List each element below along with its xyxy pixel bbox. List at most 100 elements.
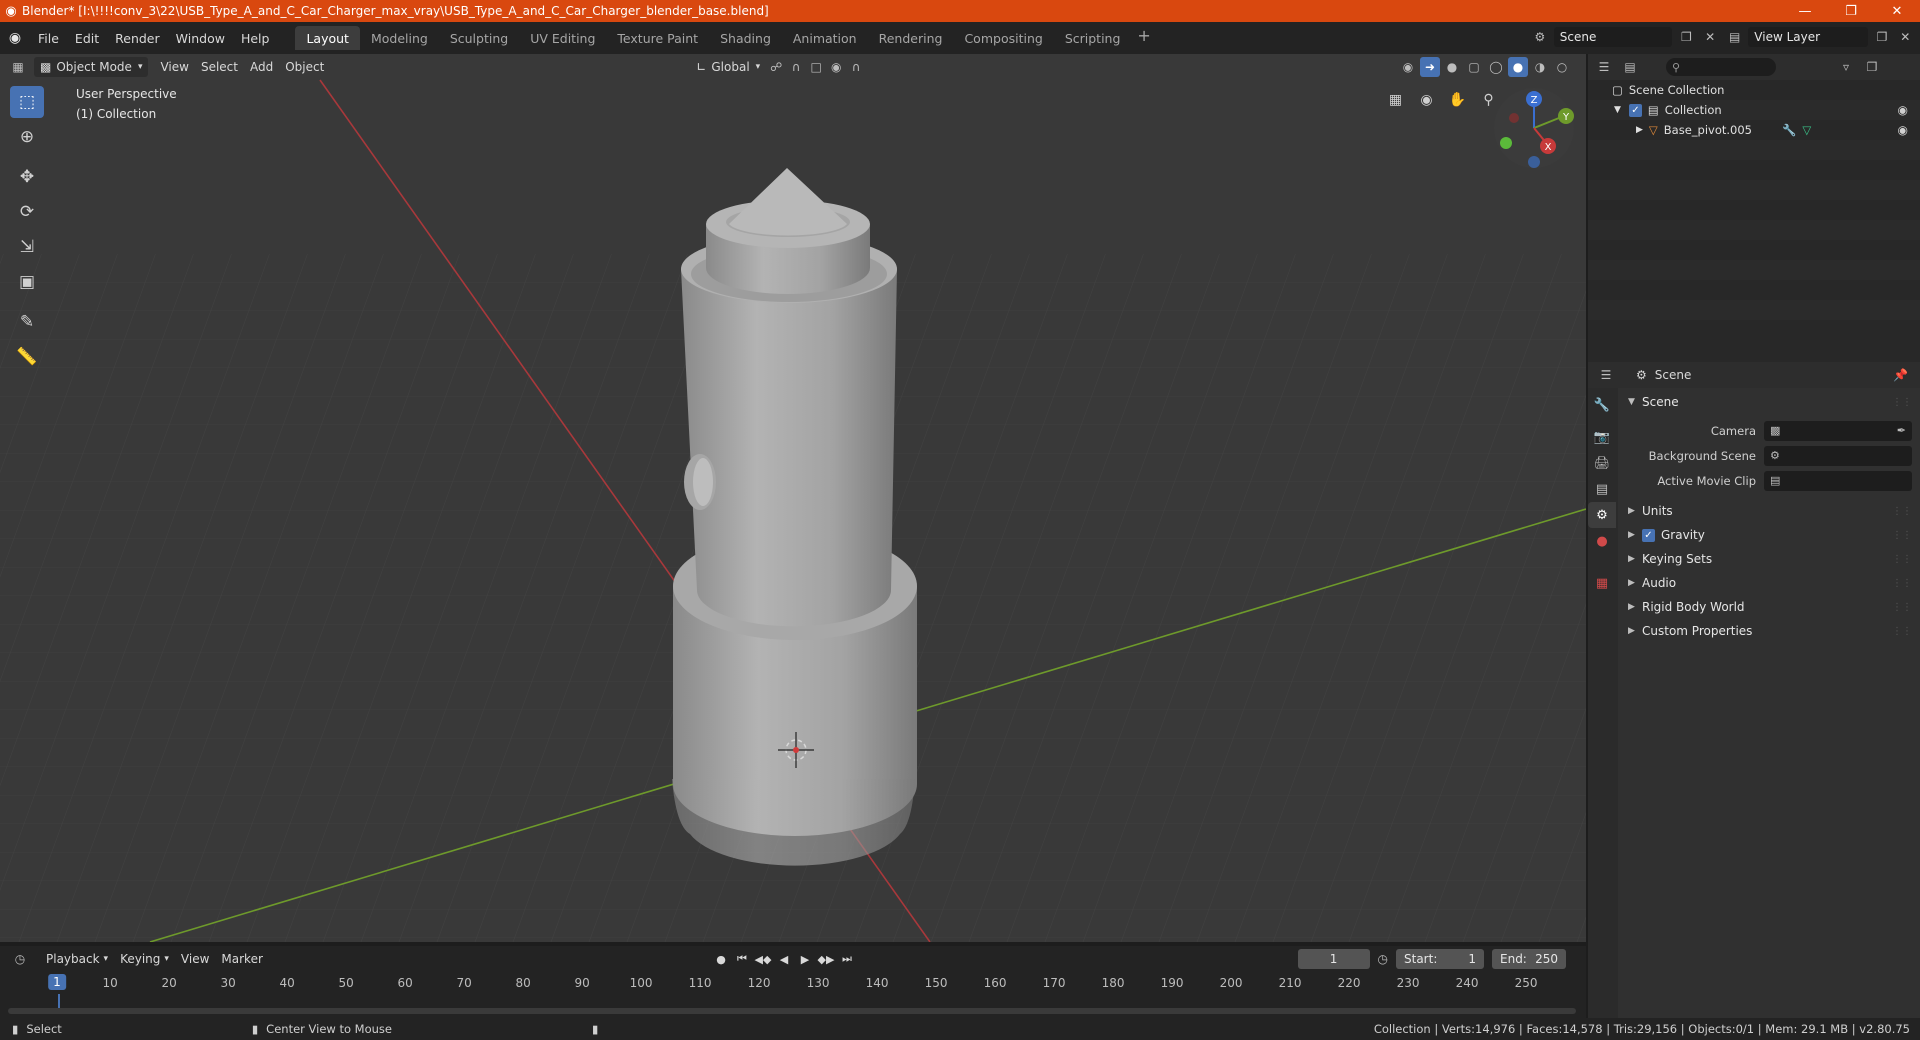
timeline-scrollbar[interactable] [8, 1008, 1576, 1014]
tab-compositing[interactable]: Compositing [953, 26, 1053, 50]
add-workspace-button[interactable]: + [1131, 26, 1156, 50]
keying-sets-panel-header[interactable]: ▶ Keying Sets ⋮⋮ [1618, 547, 1920, 571]
filter-icon[interactable]: ▿ [1836, 57, 1856, 77]
tab-texture-paint[interactable]: Texture Paint [606, 26, 709, 50]
xray-icon[interactable]: ▢ [1464, 57, 1484, 77]
gravity-panel-header[interactable]: ▶ ✓ Gravity ⋮⋮ [1618, 523, 1920, 547]
menu-view[interactable]: View [154, 57, 194, 77]
view-layer-icon[interactable]: ▤ [1725, 27, 1744, 47]
view-layer-tab-icon[interactable]: ▤ [1588, 476, 1616, 502]
display-mode-icon[interactable]: ▤ [1620, 57, 1640, 77]
editor-type-icon[interactable]: ▦ [8, 57, 28, 77]
charger-model[interactable] [672, 168, 917, 866]
timeline-editor-type-icon[interactable]: ◷ [10, 949, 30, 969]
minimize-button[interactable]: — [1782, 0, 1828, 22]
proportional-edit-icon[interactable]: ◉ [826, 57, 846, 77]
view-layer-field[interactable]: View Layer [1748, 27, 1869, 47]
custom-properties-panel-header[interactable]: ▶ Custom Properties ⋮⋮ [1618, 619, 1920, 643]
transform-orientation-dropdown[interactable]: ∟ Global ▾ [690, 57, 766, 77]
scene-icon[interactable]: ⚙ [1530, 27, 1550, 47]
tab-modeling[interactable]: Modeling [360, 26, 439, 50]
eyedropper-icon[interactable]: ✒ [1897, 424, 1906, 437]
outliner-editor-type-icon[interactable]: ☰ [1594, 57, 1614, 77]
record-icon[interactable]: ● [712, 949, 730, 969]
tab-shading[interactable]: Shading [709, 26, 782, 50]
rotate-tool-icon[interactable]: ⟳ [10, 196, 44, 228]
eye-icon[interactable]: ◉ [1898, 123, 1908, 137]
gizmo-toggle-icon[interactable]: ➜ [1420, 57, 1440, 77]
menu-select[interactable]: Select [195, 57, 244, 77]
drag-grip-icon[interactable]: ⋮⋮ [1892, 602, 1912, 613]
rigid-body-world-panel-header[interactable]: ▶ Rigid Body World ⋮⋮ [1618, 595, 1920, 619]
drag-grip-icon[interactable]: ⋮⋮ [1892, 554, 1912, 565]
new-view-layer-icon[interactable]: ❐ [1872, 27, 1891, 47]
close-button[interactable]: ✕ [1874, 0, 1920, 22]
pin-icon[interactable]: 📌 [1893, 368, 1908, 382]
play-reverse-icon[interactable]: ◀ [775, 949, 793, 969]
end-frame-field[interactable]: End: 250 [1492, 949, 1566, 969]
transform-tool-icon[interactable]: ▣ [10, 266, 44, 298]
mesh-data-icon[interactable]: ▽ [1802, 123, 1811, 137]
clock-icon[interactable]: ◷ [1378, 952, 1388, 966]
world-tab-icon[interactable]: ● [1588, 528, 1616, 554]
scene-panel-header[interactable]: ▼ Scene ⋮⋮ [1618, 390, 1920, 414]
outliner-row-object[interactable]: ▶ ▽ Base_pivot.005 🔧 ▽ ◉ [1588, 120, 1920, 140]
overlay-toggle-icon[interactable]: ● [1442, 57, 1462, 77]
tab-uv-editing[interactable]: UV Editing [519, 26, 606, 50]
pivot-icon[interactable]: ☍ [766, 57, 786, 77]
delete-scene-icon[interactable]: ✕ [1700, 27, 1720, 47]
measure-tool-icon[interactable]: 📏 [10, 341, 44, 373]
3d-viewport[interactable]: Z Y X ▦ ▩ Object Mode ▾ View Select Add Ob… [0, 54, 1586, 942]
scale-tool-icon[interactable]: ⇲ [10, 231, 44, 263]
grid-view-icon[interactable]: ▦ [1383, 87, 1408, 112]
render-tab-icon[interactable]: 📷 [1588, 424, 1616, 450]
timeline-ruler[interactable]: 1 10 20 30 40 50 60 70 80 90 100 110 120 130 140 150 16… [0, 972, 1586, 994]
properties-editor-type-icon[interactable]: ☰ [1596, 365, 1616, 385]
outliner-row-collection[interactable]: ▼ ✓ ▤ Collection ◉ [1588, 100, 1920, 120]
blender-menu-icon[interactable]: ◉ [0, 30, 30, 46]
drag-grip-icon[interactable]: ⋮⋮ [1892, 626, 1912, 637]
jump-end-icon[interactable]: ⏭ [838, 949, 856, 969]
rendered-shading-icon[interactable]: ○ [1552, 57, 1572, 77]
current-frame-marker[interactable]: 1 [48, 974, 66, 990]
tab-animation[interactable]: Animation [782, 26, 868, 50]
drag-grip-icon[interactable]: ⋮⋮ [1892, 397, 1912, 408]
viewport-scene[interactable]: Z Y X [0, 54, 1586, 942]
texture-tab-icon[interactable]: ▦ [1588, 570, 1616, 596]
outliner-row-scene-collection[interactable]: ▢ Scene Collection [1588, 80, 1920, 100]
menu-help[interactable]: Help [233, 31, 278, 46]
scene-field[interactable]: Scene [1553, 27, 1673, 47]
tab-rendering[interactable]: Rendering [868, 26, 954, 50]
menu-view-timeline[interactable]: View [175, 949, 215, 969]
menu-render[interactable]: Render [107, 31, 168, 46]
audio-panel-header[interactable]: ▶ Audio ⋮⋮ [1618, 571, 1920, 595]
select-box-tool-icon[interactable]: ⬚ [10, 86, 44, 118]
delete-view-layer-icon[interactable]: ✕ [1896, 27, 1915, 47]
move-tool-icon[interactable]: ✥ [10, 161, 44, 193]
expand-arrow-icon[interactable]: ▶ [1636, 125, 1643, 135]
drag-grip-icon[interactable]: ⋮⋮ [1892, 578, 1912, 589]
zoom-icon[interactable]: ⚲ [1476, 87, 1501, 112]
tab-scripting[interactable]: Scripting [1054, 26, 1132, 50]
jump-start-icon[interactable]: ⏮ [733, 949, 751, 969]
current-frame-field[interactable]: 1 [1297, 949, 1370, 969]
falloff-icon[interactable]: ∩ [846, 57, 866, 77]
menu-window[interactable]: Window [168, 31, 233, 46]
new-scene-icon[interactable]: ❐ [1676, 27, 1696, 47]
new-collection-icon[interactable]: ❐ [1862, 57, 1882, 77]
prev-keyframe-icon[interactable]: ◀◆ [754, 949, 772, 969]
play-icon[interactable]: ▶ [796, 949, 814, 969]
scene-tab-icon[interactable]: ⚙ [1588, 502, 1616, 528]
restore-button[interactable]: ❐ [1828, 0, 1874, 22]
active-movie-clip-field[interactable]: ▤ [1764, 470, 1912, 491]
snap-target-icon[interactable]: □ [806, 57, 826, 77]
annotate-tool-icon[interactable]: ✎ [10, 306, 44, 338]
background-scene-field[interactable]: ⚙ [1764, 445, 1912, 466]
visibility-icon[interactable]: ◉ [1398, 57, 1418, 77]
units-panel-header[interactable]: ▶ Units ⋮⋮ [1618, 499, 1920, 523]
menu-file[interactable]: File [30, 31, 67, 46]
output-tab-icon[interactable]: 🖨 [1588, 450, 1616, 476]
drag-grip-icon[interactable]: ⋮⋮ [1892, 506, 1912, 517]
tab-layout[interactable]: Layout [295, 26, 360, 50]
collection-checkbox[interactable]: ✓ [1628, 103, 1642, 117]
